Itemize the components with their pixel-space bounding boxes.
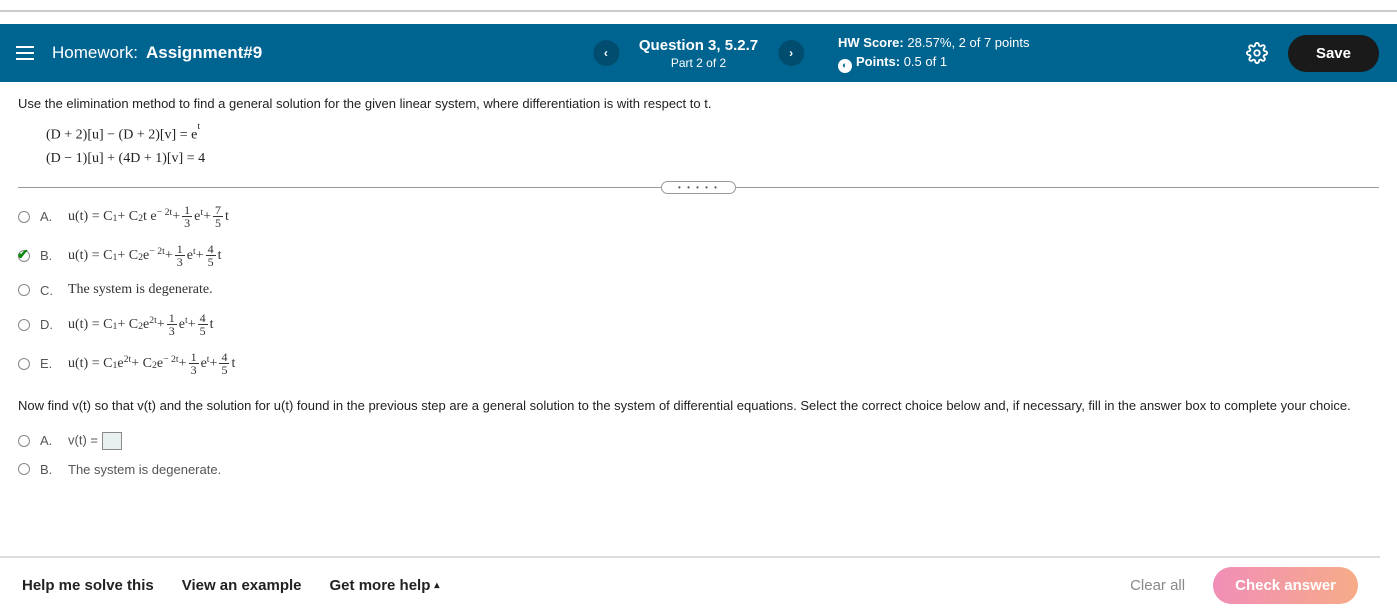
menu-button[interactable] bbox=[10, 40, 38, 66]
v-prompt: Now find v(t) so that v(t) and the solut… bbox=[18, 396, 1379, 416]
question-part: Part 2 of 2 bbox=[639, 56, 758, 70]
hw-name: Assignment#9 bbox=[146, 43, 262, 63]
radio-C[interactable] bbox=[18, 284, 30, 296]
v-choice-A[interactable]: A.v(t) = bbox=[18, 432, 1379, 450]
choice-B[interactable]: B.u(t) = C1 + C2 e − 2t + 13 et + 45t bbox=[18, 243, 1379, 268]
score-block: HW Score: 28.57%, 2 of 7 points ◐Points:… bbox=[838, 33, 1030, 73]
answer-input[interactable] bbox=[102, 432, 122, 450]
clear-all-button[interactable]: Clear all bbox=[1130, 577, 1185, 594]
prev-question-button[interactable]: ‹ bbox=[593, 40, 619, 66]
choice-C[interactable]: C.The system is degenerate. bbox=[18, 282, 1379, 298]
app-header: Homework: Assignment#9 ‹ Question 3, 5.2… bbox=[0, 24, 1397, 82]
radio-E[interactable] bbox=[18, 358, 30, 370]
example-link[interactable]: View an example bbox=[182, 577, 302, 594]
more-help-link[interactable]: Get more help▴ bbox=[330, 577, 440, 594]
radio-B[interactable] bbox=[18, 250, 30, 262]
save-button[interactable]: Save bbox=[1288, 35, 1379, 72]
choice-A[interactable]: A.u(t) = C1 + C2t e − 2t + 13 et + 75t bbox=[18, 204, 1379, 229]
next-question-button[interactable]: › bbox=[778, 40, 804, 66]
progress-icon: ◐ bbox=[838, 59, 852, 73]
problem-prompt: Use the elimination method to find a gen… bbox=[18, 96, 1379, 111]
radio-D[interactable] bbox=[18, 319, 30, 331]
homework-title: Homework: Assignment#9 bbox=[52, 43, 262, 63]
gear-icon[interactable] bbox=[1246, 42, 1268, 64]
check-answer-button[interactable]: Check answer bbox=[1213, 567, 1358, 604]
v-choice-B[interactable]: B.The system is degenerate. bbox=[18, 462, 1379, 477]
v-radio-B[interactable] bbox=[18, 463, 30, 475]
question-title: Question 3, 5.2.7 bbox=[639, 37, 758, 54]
system-equations: (D + 2)[u] − (D + 2)[v] = et (D − 1)[u] … bbox=[46, 123, 1379, 171]
choice-D[interactable]: D.u(t) = C1 + C2 e 2t + 13 et + 45t bbox=[18, 312, 1379, 337]
help-link[interactable]: Help me solve this bbox=[22, 577, 154, 594]
question-nav: ‹ Question 3, 5.2.7 Part 2 of 2 › bbox=[593, 37, 804, 70]
content-scroll[interactable]: Use the elimination method to find a gen… bbox=[0, 82, 1397, 572]
hw-label: Homework: bbox=[52, 43, 138, 63]
footer-bar: Help me solve this View an example Get m… bbox=[0, 556, 1380, 612]
radio-A[interactable] bbox=[18, 211, 30, 223]
v-radio-A[interactable] bbox=[18, 435, 30, 447]
choice-E[interactable]: E.u(t) = C1 e 2t + C2 e − 2t + 13 et + 4… bbox=[18, 351, 1379, 376]
separator: • • • • • bbox=[18, 181, 1379, 194]
